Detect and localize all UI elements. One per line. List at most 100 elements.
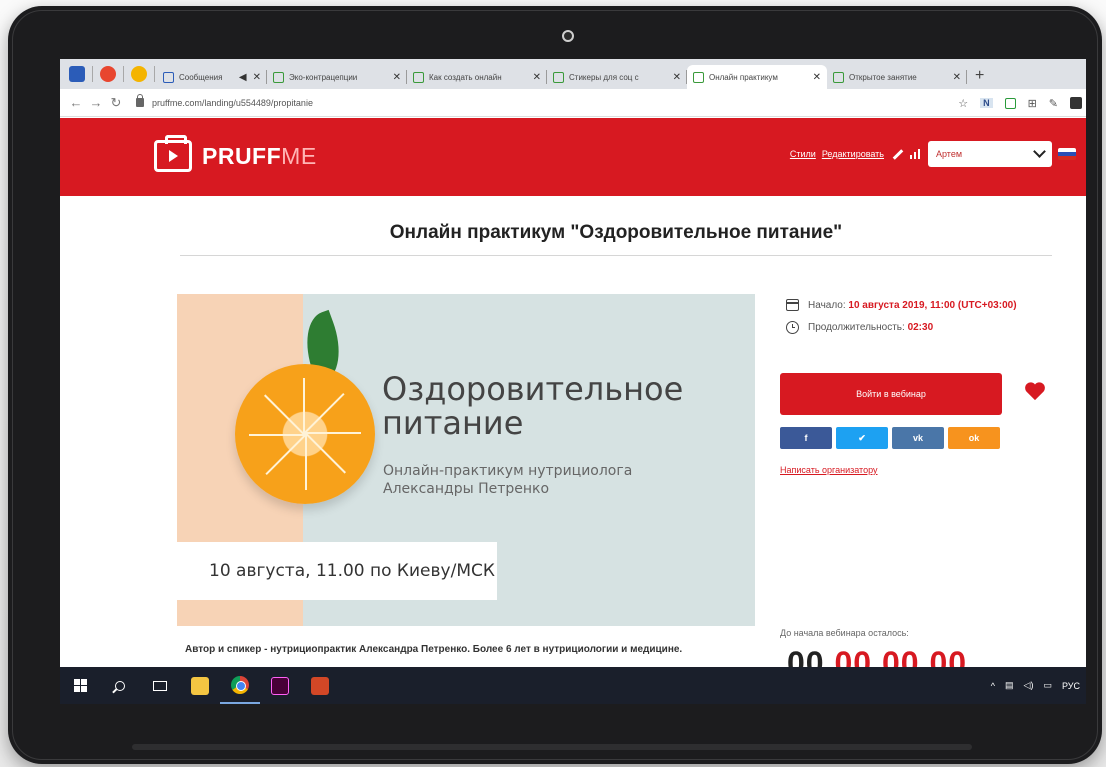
- twitter-icon: ✔: [858, 432, 866, 443]
- twitter-share-button[interactable]: ✔: [836, 427, 888, 449]
- tab-title: Эко-контрацепции: [289, 72, 358, 82]
- notion-extension-icon[interactable]: N: [980, 98, 993, 108]
- extension-icon[interactable]: [1070, 97, 1082, 109]
- heart-icon[interactable]: [1024, 381, 1046, 401]
- close-icon[interactable]: ✕: [393, 72, 401, 83]
- stats-icon[interactable]: [910, 149, 920, 159]
- tab-how-to-create[interactable]: Как создать онлайн ✕: [407, 65, 547, 89]
- vk-share-button[interactable]: vk: [892, 427, 944, 449]
- logo-text: PRUFFME: [202, 143, 317, 170]
- duration-value: 02:30: [907, 321, 934, 333]
- powerpoint-icon: [311, 676, 329, 695]
- divider: [180, 255, 1052, 256]
- banner-date: 10 августа, 11.00 по Киеву/МСК: [177, 542, 497, 600]
- edit-link[interactable]: Редактировать: [822, 149, 884, 159]
- windows-icon: [73, 679, 87, 692]
- xd-taskbar-button[interactable]: [260, 667, 300, 704]
- author-description: Автор и спикер - нутрициопрактик Алексан…: [185, 644, 683, 655]
- eyedropper-icon[interactable]: ✎: [1049, 97, 1058, 110]
- pruffme-extension-icon[interactable]: [1004, 97, 1016, 109]
- powerpoint-taskbar-button[interactable]: [300, 667, 340, 704]
- write-organizer-link[interactable]: Написать организатору: [780, 465, 878, 475]
- site-header: PRUFFME Стили Редактировать Артем: [60, 118, 1086, 196]
- banner-title-line: Оздоровительное: [382, 370, 684, 408]
- task-view-icon: [153, 680, 167, 691]
- pencil-icon[interactable]: [892, 148, 904, 160]
- extension-icon[interactable]: ⊞: [1028, 97, 1037, 110]
- vk-icon: vk: [912, 433, 923, 443]
- banner-subtitle: Онлайн-практикум нутрициолога Александры…: [383, 462, 632, 498]
- russian-flag-icon[interactable]: [1058, 148, 1076, 160]
- user-name: Артем: [936, 149, 963, 159]
- chevron-down-icon: [1033, 145, 1046, 158]
- webcam-icon: [562, 30, 574, 42]
- tab-eco[interactable]: Эко-контрацепции ✕: [267, 65, 407, 89]
- close-icon[interactable]: ✕: [673, 72, 681, 83]
- photo-background: Сообщения ◀ ✕ Эко-контрацепции ✕ Как соз…: [0, 0, 1106, 767]
- extensions-area: ☆ N ⊞ ✎: [958, 89, 1086, 117]
- header-controls: Стили Редактировать Артем: [784, 141, 1076, 167]
- chrome-taskbar-button[interactable]: [220, 667, 260, 704]
- task-view-button[interactable]: [140, 667, 180, 704]
- pruffme-favicon-icon: [553, 71, 564, 83]
- pruffme-logo[interactable]: PRUFFME: [154, 135, 317, 172]
- chevron-up-icon[interactable]: ^: [991, 681, 995, 691]
- back-icon[interactable]: ←: [66, 95, 86, 110]
- drive-icon[interactable]: [131, 66, 147, 82]
- ok-share-button[interactable]: ok: [948, 427, 1000, 449]
- calendar-icon: [786, 299, 799, 311]
- network-icon[interactable]: ▤: [1005, 680, 1014, 691]
- pruffme-favicon-icon: [273, 71, 284, 83]
- vivaldi-icon[interactable]: [100, 66, 116, 82]
- url-field[interactable]: pruffme.com/landing/u554489/propitanie: [152, 98, 313, 108]
- speaker-icon: ◀: [238, 71, 247, 83]
- banner-title: Оздоровительное питание: [382, 372, 683, 440]
- facebook-icon: f: [804, 433, 808, 443]
- close-icon[interactable]: ✕: [533, 72, 541, 83]
- logo-accent: ME: [281, 142, 317, 169]
- join-webinar-button[interactable]: Войти в вебинар: [780, 373, 1002, 415]
- reload-icon[interactable]: ↻: [106, 95, 126, 111]
- countdown-label: До начала вебинара осталось:: [780, 628, 909, 638]
- laptop-hinge: [132, 744, 972, 750]
- new-tab-button[interactable]: +: [975, 67, 984, 85]
- bookmark-star-icon[interactable]: ☆: [958, 97, 968, 110]
- styles-link[interactable]: Стили: [790, 149, 816, 159]
- tab-webinar-active[interactable]: Онлайн практикум ✕: [687, 65, 827, 89]
- odnoklassniki-icon: ok: [968, 433, 980, 443]
- start-label: Начало:: [808, 299, 846, 311]
- tab-messages[interactable]: Сообщения ◀ ✕: [157, 65, 267, 89]
- forward-icon[interactable]: →: [86, 95, 106, 110]
- tab-separator: [123, 66, 124, 82]
- trello-icon[interactable]: [69, 66, 85, 82]
- start-row: Начало: 10 августа 2019, 11:00 (UTC+03:0…: [786, 295, 1017, 315]
- language-indicator[interactable]: РУС: [1062, 681, 1080, 691]
- folder-icon: [191, 676, 209, 695]
- pruffme-favicon-icon: [413, 71, 424, 83]
- close-icon[interactable]: ✕: [953, 72, 961, 83]
- banner-subtitle-line: Онлайн-практикум нутрициолога: [383, 463, 633, 479]
- screen: Сообщения ◀ ✕ Эко-контрацепции ✕ Как соз…: [60, 59, 1086, 704]
- facebook-share-button[interactable]: f: [780, 427, 832, 449]
- adobe-xd-icon: [271, 676, 289, 695]
- close-icon[interactable]: ✕: [253, 72, 261, 83]
- start-value: 10 августа 2019, 11:00 (UTC+03:00): [848, 299, 1017, 311]
- tab-title: Открытое занятие: [849, 72, 917, 82]
- webinar-banner: Оздоровительное питание Онлайн-практикум…: [177, 294, 755, 626]
- tab-separator: [92, 66, 93, 82]
- logo-tv-icon: [154, 135, 192, 172]
- tab-title: Сообщения: [179, 72, 223, 82]
- keyboard-icon[interactable]: ▭: [1043, 680, 1052, 691]
- share-buttons: f ✔ vk ok: [780, 427, 1000, 449]
- file-explorer-button[interactable]: [180, 667, 220, 704]
- tab-open-lesson[interactable]: Открытое занятие ✕: [827, 65, 967, 89]
- start-button[interactable]: [60, 667, 100, 704]
- tab-stickers[interactable]: Стикеры для соц с ✕: [547, 65, 687, 89]
- volume-icon[interactable]: ◁): [1024, 680, 1034, 691]
- windows-taskbar: ^ ▤ ◁) ▭ РУС: [60, 667, 1086, 704]
- user-dropdown[interactable]: Артем: [928, 141, 1052, 167]
- pruffme-favicon-icon: [833, 71, 844, 83]
- lock-icon[interactable]: [136, 94, 144, 107]
- search-button[interactable]: [100, 667, 140, 704]
- close-icon[interactable]: ✕: [813, 72, 821, 83]
